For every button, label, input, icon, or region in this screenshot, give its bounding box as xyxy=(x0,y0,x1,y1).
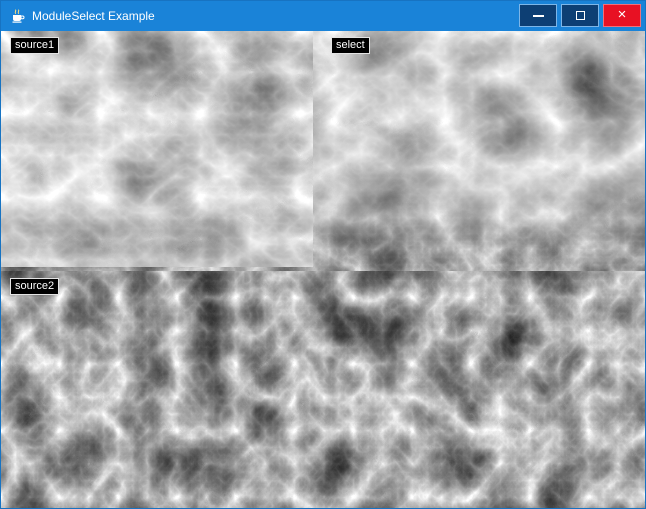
titlebar: ModuleSelect Example × xyxy=(1,1,645,31)
minimize-icon xyxy=(533,15,544,17)
minimize-button[interactable] xyxy=(519,4,557,27)
source1-label: source1 xyxy=(10,37,59,54)
select-label: select xyxy=(331,37,370,54)
close-icon: × xyxy=(618,7,627,22)
source1-image xyxy=(1,31,313,267)
client-area: source1 select source2 xyxy=(1,31,645,508)
maximize-button[interactable] xyxy=(561,4,599,27)
source2-label: source2 xyxy=(10,278,59,295)
noise-canvas xyxy=(1,31,645,509)
source2-image xyxy=(1,271,645,509)
maximize-icon xyxy=(576,11,585,20)
window-title: ModuleSelect Example xyxy=(32,9,155,23)
app-window: ModuleSelect Example × xyxy=(0,0,646,509)
window-controls: × xyxy=(519,4,641,27)
java-app-icon xyxy=(9,8,25,24)
close-button[interactable]: × xyxy=(603,4,641,27)
